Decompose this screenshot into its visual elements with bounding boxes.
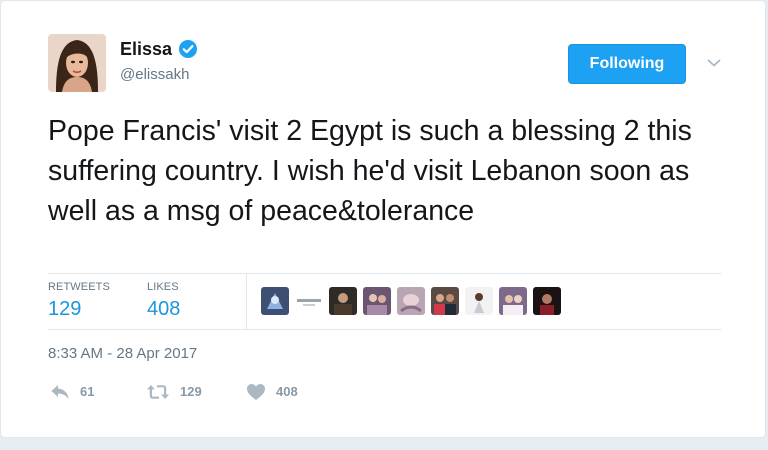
heart-icon bbox=[247, 384, 265, 400]
liker-avatar[interactable] bbox=[397, 287, 425, 315]
chevron-down-icon[interactable] bbox=[704, 53, 724, 73]
likes-value[interactable]: 408 bbox=[147, 296, 180, 322]
liker-avatar[interactable] bbox=[295, 287, 323, 315]
like-action[interactable]: 408 bbox=[246, 382, 298, 402]
retweet-action[interactable]: 129 bbox=[146, 382, 202, 402]
liker-avatar[interactable] bbox=[363, 287, 391, 315]
reply-action[interactable]: 61 bbox=[50, 382, 94, 402]
author-name-text[interactable]: Elissa bbox=[120, 38, 172, 60]
tweet-text: Pope Francis' visit 2 Egypt is such a bl… bbox=[48, 115, 692, 227]
tweet-stats: RETWEETS 129 LIKES 408 bbox=[48, 274, 721, 330]
like-count: 408 bbox=[276, 384, 298, 399]
liker-avatar[interactable] bbox=[533, 287, 561, 315]
author-display-name[interactable]: Elissa bbox=[120, 38, 198, 60]
reply-icon bbox=[51, 385, 69, 399]
retweet-icon bbox=[147, 385, 169, 399]
likes-stat[interactable]: LIKES 408 bbox=[147, 280, 180, 322]
retweets-label: RETWEETS bbox=[48, 281, 110, 293]
liker-avatar[interactable] bbox=[499, 287, 527, 315]
retweets-value[interactable]: 129 bbox=[48, 296, 110, 322]
retweet-count: 129 bbox=[180, 384, 202, 399]
liker-avatar[interactable] bbox=[431, 287, 459, 315]
reply-count: 61 bbox=[80, 384, 95, 399]
likes-label: LIKES bbox=[147, 281, 179, 293]
verified-badge-icon bbox=[178, 39, 198, 59]
liker-avatar[interactable] bbox=[329, 287, 357, 315]
tweet-card: Elissa @elissakh Following Pope Francis'… bbox=[0, 0, 766, 438]
stats-divider-bottom bbox=[48, 329, 721, 330]
following-button[interactable]: Following bbox=[568, 44, 686, 84]
tweet-timestamp[interactable]: 8:33 AM - 28 Apr 2017 bbox=[48, 344, 197, 364]
stats-separator bbox=[246, 274, 247, 329]
liker-avatars bbox=[261, 287, 567, 315]
author-avatar[interactable] bbox=[48, 34, 106, 92]
liker-avatar[interactable] bbox=[261, 287, 289, 315]
author-screen-name[interactable]: @elissakh bbox=[120, 65, 189, 85]
retweets-stat[interactable]: RETWEETS 129 bbox=[48, 280, 110, 322]
liker-avatar[interactable] bbox=[465, 287, 493, 315]
